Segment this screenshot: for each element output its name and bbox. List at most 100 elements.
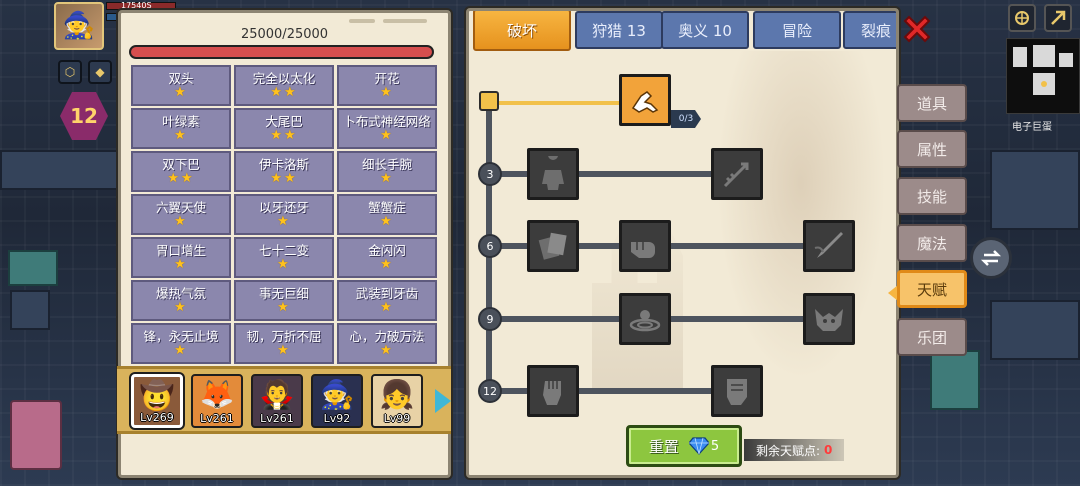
talent-cell[interactable]: 双下巴 ★★	[131, 151, 231, 192]
talent-name: 锋，永无止境	[143, 329, 219, 344]
hero-level: Lv92	[323, 412, 351, 425]
side-item-label: 天赋	[916, 280, 947, 299]
talent-cell[interactable]: 六翼天使 ★	[131, 194, 231, 235]
settings-icon[interactable]	[1008, 4, 1036, 32]
ripple-talent[interactable]	[619, 293, 671, 345]
reset-label: 重置	[648, 437, 679, 456]
talent-name: 以牙还牙	[258, 200, 309, 215]
side-item-talent[interactable]: 天赋	[897, 270, 967, 308]
side-item-magic[interactable]: 魔法	[897, 224, 967, 262]
buff-icon[interactable]: ⬡	[58, 60, 82, 84]
level-marker: 12	[478, 379, 502, 403]
star-icon: ★★	[270, 171, 298, 186]
side-item-label: 属性	[916, 140, 947, 159]
talent-cell[interactable]: 叶绿素 ★	[131, 108, 231, 149]
talent-cell[interactable]: 胃口增生 ★	[131, 237, 231, 278]
star-icon: ★	[277, 214, 291, 229]
talent-name: 大尾巴	[265, 114, 303, 129]
talent-grid: 双头 ★ 完全以太化 ★★ 开花 ★ 叶绿素 ★ 大尾巴 ★★ 卜布式神经网络 ★ 双下巴 ★★ 伊卡洛斯 ★…	[131, 65, 437, 364]
demon-talent[interactable]	[803, 293, 855, 345]
gauntlet-talent[interactable]	[711, 365, 763, 417]
raised-fist-talent[interactable]	[527, 365, 579, 417]
hero-card[interactable]: 🧙 Lv92	[311, 374, 363, 428]
talent-cell[interactable]: 七十二变 ★	[234, 237, 334, 278]
hero-level: Lv269	[140, 411, 174, 424]
close-icon[interactable]	[900, 12, 934, 46]
side-item-band[interactable]: 乐团	[897, 318, 967, 356]
side-item-label: 魔法	[916, 234, 947, 253]
slash-talent[interactable]	[803, 220, 855, 272]
scene-wall-right-2	[990, 300, 1080, 360]
talent-name: 完全以太化	[252, 71, 316, 86]
hero-card[interactable]: 🤠 Lv269	[131, 374, 183, 428]
level-text: 9	[486, 312, 494, 326]
reset-button[interactable]: 重置 5	[626, 425, 742, 467]
swap-weapon-button[interactable]	[970, 237, 1012, 279]
body-talent[interactable]	[527, 148, 579, 200]
level-marker: 9	[478, 307, 502, 331]
level-text: 3	[486, 167, 494, 181]
talent-cell[interactable]: 心，力破万法 ★	[337, 323, 437, 364]
star-icon: ★	[380, 128, 394, 143]
player-avatar[interactable]: 🧙	[54, 2, 104, 50]
reset-cost-value: 5	[710, 438, 720, 454]
level-marker: 6	[478, 234, 502, 258]
star-icon: ★	[174, 128, 188, 143]
punch-talent[interactable]	[619, 220, 671, 272]
side-item-label: 技能	[916, 187, 947, 206]
star-icon: ★★	[167, 171, 195, 186]
shield-icon[interactable]: ◆	[88, 60, 112, 84]
star-icon: ★	[174, 300, 188, 315]
talent-cell[interactable]: 以牙还牙 ★	[234, 194, 334, 235]
arm-wrestle-icon	[631, 91, 659, 113]
side-item-attributes[interactable]: 属性	[897, 130, 967, 168]
talent-name: 卜布式神经网络	[343, 114, 431, 129]
ripple-icon	[629, 310, 661, 332]
hp-bar: 17540S	[106, 1, 176, 10]
hero-level: Lv261	[200, 412, 234, 425]
talent-cell[interactable]: 大尾巴 ★★	[234, 108, 334, 149]
star-icon: ★	[380, 300, 394, 315]
hero-level: Lv99	[383, 412, 411, 425]
exit-icon[interactable]	[1044, 4, 1072, 32]
hero-card[interactable]: 🦊 Lv261	[191, 374, 243, 428]
talent-cell[interactable]: 锋，永无止境 ★	[131, 323, 231, 364]
arrow-talent[interactable]	[711, 148, 763, 200]
star-icon: ★★	[270, 85, 298, 100]
cards-talent[interactable]	[527, 220, 579, 272]
talent-cell[interactable]: 韧，万折不屈 ★	[234, 323, 334, 364]
minimap-label: 电子巨蛋	[1012, 122, 1052, 133]
body-icon	[542, 156, 564, 190]
talent-cell[interactable]: 细长手腕 ★	[337, 151, 437, 192]
hero-card[interactable]: 🧛 Lv261	[251, 374, 303, 428]
talent-cell[interactable]: 开花 ★	[337, 65, 437, 106]
hp-text: 25000/25000	[240, 27, 329, 42]
gem-icon	[688, 437, 709, 455]
talent-cell[interactable]: 武装到牙齿 ★	[337, 280, 437, 321]
hero-card[interactable]: 👧 Lv99	[371, 374, 423, 428]
next-arrow-icon[interactable]	[435, 389, 451, 413]
star-icon: ★	[277, 343, 291, 358]
star-icon: ★	[174, 214, 188, 229]
talent-cell[interactable]: 爆热气氛 ★	[131, 280, 231, 321]
scene-vent	[10, 290, 50, 330]
talent-cell[interactable]: 金闪闪 ★	[337, 237, 437, 278]
talent-name: 胃口增生	[155, 243, 206, 258]
minimap[interactable]	[1006, 38, 1080, 114]
side-item-items[interactable]: 道具	[897, 84, 967, 122]
level-marker: 3	[478, 162, 502, 186]
talent-cell[interactable]: 事无巨细 ★	[234, 280, 334, 321]
talent-cell[interactable]: 双头 ★	[131, 65, 231, 106]
talent-name: 开花	[374, 71, 400, 86]
talent-name: 细长手腕	[361, 157, 412, 172]
hero-level: Lv261	[260, 412, 294, 425]
talent-cell[interactable]: 伊卡洛斯 ★★	[234, 151, 334, 192]
talent-cell[interactable]: 卜布式神经网络 ★	[337, 108, 437, 149]
star-icon: ★	[380, 343, 394, 358]
talent-cell[interactable]: 完全以太化 ★★	[234, 65, 334, 106]
scene-wall-right	[990, 150, 1080, 230]
side-item-skills[interactable]: 技能	[897, 177, 967, 215]
arm-wrestle-talent[interactable]	[619, 74, 671, 126]
talent-cell[interactable]: 蟹蟹症 ★	[337, 194, 437, 235]
talent-name: 爆热气氛	[155, 286, 206, 301]
